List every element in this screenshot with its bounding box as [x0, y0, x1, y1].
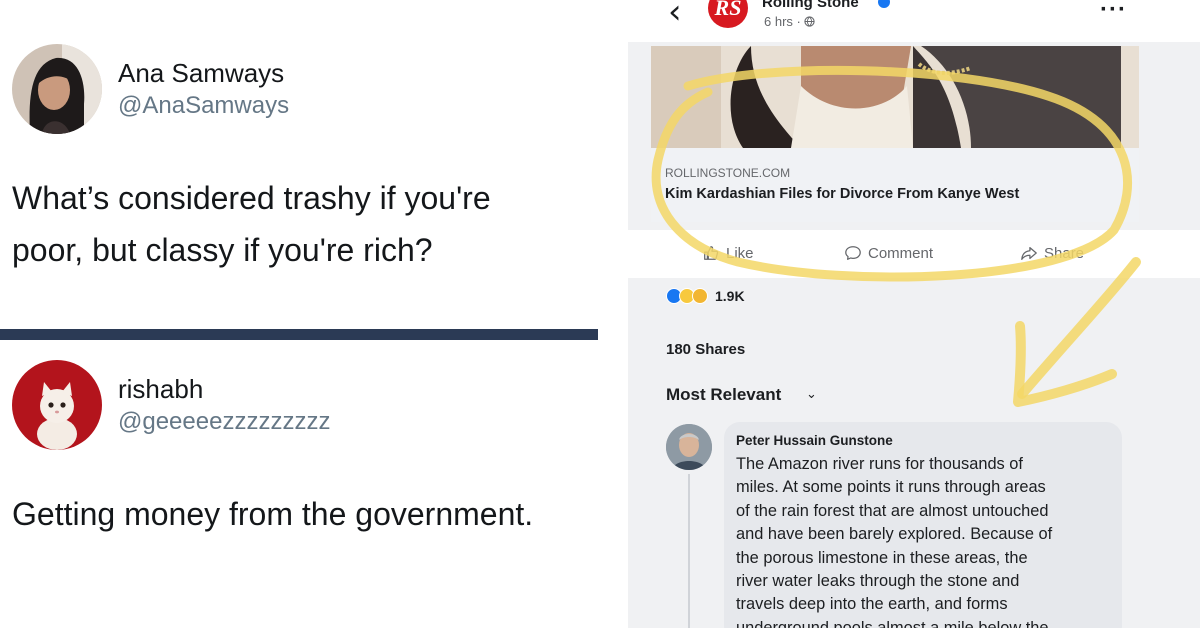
article-photo[interactable] — [651, 46, 1139, 148]
more-options-icon[interactable]: ··· — [1100, 0, 1127, 24]
highlighter-arrow-shaft — [1017, 257, 1141, 399]
rishabh-tweet-text: Getting money from the government. — [12, 488, 533, 540]
commenter-avatar[interactable] — [666, 424, 712, 470]
share-count[interactable]: 180 Shares — [666, 341, 745, 358]
comment-line: the porous limestone in these areas, the — [736, 548, 1028, 567]
highlighter-arrow-head — [1013, 321, 1117, 407]
rishabh-display-name[interactable]: rishabh — [118, 374, 203, 405]
tweets-panel: Ana Samways @AnaSamways What’s considere… — [0, 0, 620, 628]
ana-tweet-text: What’s considered trashy if you're poor,… — [12, 172, 491, 276]
comment-line: and have been barely explored. Because o… — [736, 525, 1053, 544]
thumbs-up-icon — [704, 246, 719, 260]
comment-bubble-icon — [845, 246, 861, 260]
comment-line: miles. At some points it runs through ar… — [736, 478, 1046, 497]
ana-tweet-line-1: What’s considered trashy if you're — [12, 180, 491, 216]
page-name[interactable]: Rolling Stone — [762, 0, 859, 11]
verified-badge-icon — [878, 0, 890, 8]
like-label: Like — [726, 244, 754, 262]
comment-line: The Amazon river runs for thousands of — [736, 455, 1023, 473]
post-header: ‹ RS Rolling Stone 6 hrs · ··· — [628, 0, 1200, 42]
ana-avatar-image — [12, 44, 102, 134]
commenter-avatar-image — [666, 424, 712, 470]
share-label: Share — [1044, 244, 1085, 262]
kitten-avatar-image — [12, 360, 102, 450]
commenter-name[interactable]: Peter Hussain Gunstone — [736, 433, 893, 448]
comment-thread-line — [688, 474, 690, 628]
rishabh-handle[interactable]: @geeeeezzzzzzzzz — [118, 408, 330, 436]
like-button[interactable]: Like — [702, 244, 754, 262]
ana-handle[interactable]: @AnaSamways — [118, 92, 289, 120]
article-photo-image — [651, 46, 1139, 148]
globe-icon — [804, 16, 816, 27]
comment-line: underground pools almost a mile below th… — [736, 618, 1049, 628]
rishabh-tweet-line-1: Getting money from the government. — [12, 496, 534, 532]
link-domain: ROLLINGSTONE.COM — [665, 166, 791, 180]
post-time-text: 6 hrs · — [764, 14, 805, 29]
reaction-summary[interactable]: 1.9K — [666, 288, 745, 304]
comment-line: of the rain forest that are almost untou… — [736, 501, 1049, 520]
action-bar: Like Comment Share — [628, 230, 1200, 278]
rishabh-avatar[interactable] — [12, 360, 102, 450]
share-button[interactable]: Share — [1020, 244, 1084, 262]
chevron-down-icon[interactable]: ⌄ — [806, 386, 817, 402]
post-time[interactable]: 6 hrs · — [764, 14, 816, 29]
comment-label: Comment — [868, 244, 934, 262]
ana-tweet-line-2: poor, but classy if you're rich? — [12, 232, 433, 268]
comment-text: The Amazon river runs for thousands of m… — [736, 453, 1116, 628]
reaction-count: 1.9K — [715, 288, 745, 304]
ana-display-name[interactable]: Ana Samways — [118, 58, 284, 89]
link-preview[interactable]: ROLLINGSTONE.COM Kim Kardashian Files fo… — [651, 148, 1139, 222]
comment-button[interactable]: Comment — [844, 244, 933, 262]
comment-bubble: Peter Hussain Gunstone The Amazon river … — [724, 422, 1122, 628]
ana-avatar[interactable] — [12, 44, 102, 134]
link-title[interactable]: Kim Kardashian Files for Divorce From Ka… — [665, 186, 1019, 202]
comment-line: river water leaks through the stone and — [736, 572, 1020, 591]
tweet-divider — [0, 329, 598, 340]
comment-line: travels deep into the earth, and forms — [736, 595, 1008, 614]
facebook-post-panel: ‹ RS Rolling Stone 6 hrs · ··· ROLLINGST… — [628, 0, 1200, 628]
wow-reaction-icon — [692, 288, 708, 304]
comment-sort-dropdown[interactable]: Most Relevant — [666, 385, 781, 405]
back-arrow-icon[interactable]: ‹ — [668, 0, 682, 32]
share-arrow-icon — [1021, 246, 1037, 260]
rolling-stone-logo[interactable]: RS — [708, 0, 748, 28]
